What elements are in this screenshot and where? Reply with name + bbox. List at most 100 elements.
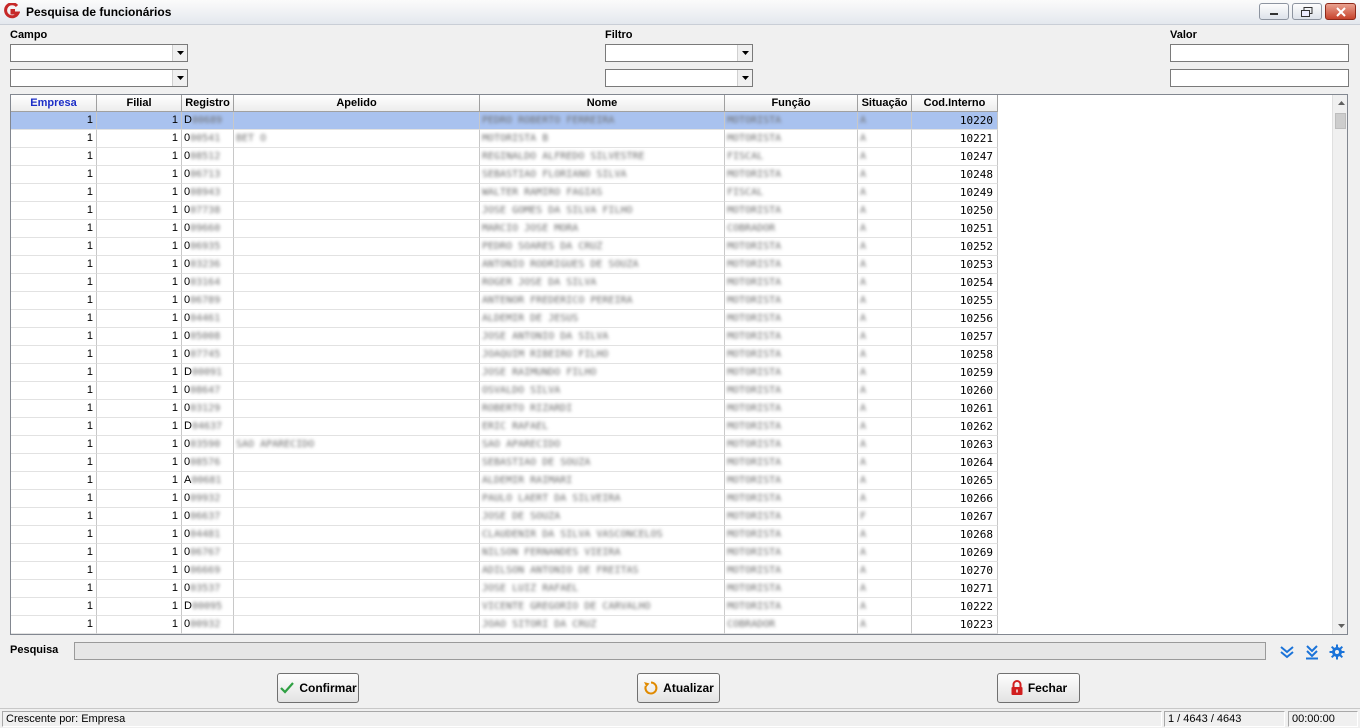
filtro-select-1[interactable] (605, 44, 753, 62)
table-row[interactable]: 1 1 004481 CLAUDENIR DA SILVA VASCONCELOS MO… (11, 526, 998, 544)
cell-registro: 006767 (182, 544, 234, 562)
valor-input-2[interactable] (1170, 69, 1349, 87)
campo-select-1[interactable] (10, 44, 188, 62)
table-row[interactable]: 1 1 007738 JOSE GOMES DA SILVA FILHO MOTORIS… (11, 202, 998, 220)
registro-rest: 00932 (190, 619, 221, 630)
cell-empresa: 1 (11, 526, 97, 544)
table-row[interactable]: 1 1 008647 OSVALDO SILVA MOTORISTA A 10260 (11, 382, 998, 400)
table-row[interactable]: 1 1 008576 SEBASTIAO DE SOUZA MOTORISTA A 1026… (11, 454, 998, 472)
cell-filial: 1 (97, 400, 182, 418)
table-row[interactable]: 1 1 D00689 PEDRO ROBERTO FERREIRA MOTORISTA A… (11, 112, 998, 130)
table-row[interactable]: 1 1 003590 SAO APARECIDO SAO APARECIDO MOTORI… (11, 436, 998, 454)
cell-registro: 003590 (182, 436, 234, 454)
cell-registro: 006935 (182, 238, 234, 256)
cell-situacao: A (858, 562, 912, 580)
table-row[interactable]: 1 1 004461 ALDEMIR DE JESUS MOTORISTA A 10256 (11, 310, 998, 328)
table-row[interactable]: 1 1 003236 ANTONIO RODRIGUES DE SOUZA MOTORI… (11, 256, 998, 274)
cell-filial: 1 (97, 202, 182, 220)
registro-rest: 04481 (190, 529, 221, 540)
cell-cod: 10265 (912, 472, 998, 490)
table-row[interactable]: 1 1 006637 JOSE DE SOUZA MOTORISTA F 10267 (11, 508, 998, 526)
table-row[interactable]: 1 1 006767 NILSON FERNANDES VIEIRA MOTORISTA… (11, 544, 998, 562)
cell-empresa: 1 (11, 166, 97, 184)
column-header-nome[interactable]: Nome (480, 95, 725, 112)
table-row[interactable]: 1 1 006789 ANTENOR FREDERICO PEREIRA MOTORIS… (11, 292, 998, 310)
dropdown-arrow-icon[interactable] (172, 45, 187, 61)
table-row[interactable]: 1 1 009932 PAULO LAERT DA SILVEIRA MOTORISTA… (11, 490, 998, 508)
cell-text-situacao: A (860, 457, 867, 468)
column-header-filial[interactable]: Filial (97, 95, 182, 112)
cell-registro: D00095 (182, 598, 234, 616)
table-row[interactable]: 1 1 A00681 ALDEMIR RAIMARI MOTORISTA A 10265 (11, 472, 998, 490)
refresh-button[interactable]: Atualizar (637, 673, 720, 703)
column-header-cod[interactable]: Cod.Interno (912, 95, 998, 112)
cell-text-funcao: MOTORISTA (727, 367, 782, 378)
restore-button[interactable] (1292, 3, 1322, 20)
dropdown-arrow-icon[interactable] (737, 70, 752, 86)
cell-empresa: 1 (11, 148, 97, 166)
valor-input-1[interactable] (1170, 44, 1349, 62)
table-row[interactable]: 1 1 000932 JOAO SITORI DA CRUZ COBRADOR A 1022… (11, 616, 998, 634)
cell-empresa: 1 (11, 616, 97, 634)
close-window-button[interactable] (1325, 3, 1356, 20)
table-row[interactable]: 1 1 003537 JOSE LUIZ RAFAEL MOTORISTA A 10271 (11, 580, 998, 598)
gear-icon[interactable] (1328, 643, 1346, 661)
campo-select-2[interactable] (10, 69, 188, 87)
registro-rest: 05008 (190, 331, 221, 342)
table-row[interactable]: 1 1 003129 ROBERTO RIZARDI MOTORISTA A 10261 (11, 400, 998, 418)
confirm-button[interactable]: Confirmar (277, 673, 359, 703)
chevron-down-to-line-icon[interactable] (1303, 643, 1321, 661)
cell-filial: 1 (97, 238, 182, 256)
cell-apelido (234, 562, 480, 580)
table-row[interactable]: 1 1 003164 ROGER JOSE DA SILVA MOTORISTA A 102… (11, 274, 998, 292)
table-row[interactable]: 1 1 005008 JOSE ANTONIO DA SILVA MOTORISTA A 1… (11, 328, 998, 346)
cell-text-funcao: FISCAL (727, 151, 764, 162)
cell-situacao: A (858, 112, 912, 130)
search-input[interactable] (74, 642, 1266, 660)
cell-text-funcao: MOTORISTA (727, 331, 782, 342)
filtro-select-2[interactable] (605, 69, 753, 87)
vertical-scrollbar[interactable] (1332, 95, 1347, 634)
table-row[interactable]: 1 1 D00091 JOSE RAIMUNDO FILHO MOTORISTA A 102… (11, 364, 998, 382)
table-row[interactable]: 1 1 006935 PEDRO SOARES DA CRUZ MOTORISTA A 10… (11, 238, 998, 256)
table-row[interactable]: 1 1 D00095 VICENTE GREGORIO DE CARVALHO MOTO… (11, 598, 998, 616)
scroll-up-icon[interactable] (1333, 95, 1347, 111)
registro-rest: 08512 (190, 151, 221, 162)
scroll-down-icon[interactable] (1333, 618, 1347, 634)
column-header-registro[interactable]: Registro (182, 95, 234, 112)
column-header-funcao[interactable]: Função (725, 95, 858, 112)
cell-situacao: A (858, 544, 912, 562)
table-row[interactable]: 1 1 009660 MARCIO JOSE MORA COBRADOR A 10251 (11, 220, 998, 238)
cell-funcao: COBRADOR (725, 220, 858, 238)
registro-rest: 06637 (190, 511, 221, 522)
column-header-empresa[interactable]: Empresa (11, 95, 97, 112)
cell-text-funcao: MOTORISTA (727, 205, 782, 216)
employee-grid[interactable]: Empresa Filial Registro Apelido Nome Função Si… (10, 94, 1348, 635)
close-button[interactable]: Fechar (997, 673, 1080, 703)
refresh-icon (644, 681, 658, 695)
minimize-button[interactable] (1259, 3, 1289, 20)
dropdown-arrow-icon[interactable] (737, 45, 752, 61)
table-row[interactable]: 1 1 D04637 ERIC RAFAEL MOTORISTA A 10262 (11, 418, 998, 436)
column-header-situacao[interactable]: Situação (858, 95, 912, 112)
cell-text-funcao: MOTORISTA (727, 601, 782, 612)
cell-nome: ERIC RAFAEL (480, 418, 725, 436)
table-row[interactable]: 1 1 008943 WALTER RAMIRO FAGIAS FISCAL A 10249 (11, 184, 998, 202)
cell-apelido (234, 148, 480, 166)
column-header-apelido[interactable]: Apelido (234, 95, 480, 112)
cell-funcao: MOTORISTA (725, 508, 858, 526)
table-row[interactable]: 1 1 006713 SEBASTIAO FLORIANO SILVA MOTORIST… (11, 166, 998, 184)
table-row[interactable]: 1 1 008512 REGINALDO ALFREDO SILVESTRE FISCA… (11, 148, 998, 166)
cell-text-apelido: SAO APARECIDO (236, 439, 315, 450)
table-row[interactable]: 1 1 007745 JOAQUIM RIBEIRO FILHO MOTORISTA A 1… (11, 346, 998, 364)
table-row[interactable]: 1 1 000541 BET O MOTORISTA B MOTORISTA A 10221 (11, 130, 998, 148)
cell-situacao: A (858, 346, 912, 364)
cell-situacao: A (858, 184, 912, 202)
registro-rest: 06789 (190, 295, 221, 306)
dropdown-arrow-icon[interactable] (172, 70, 187, 86)
cell-nome: PAULO LAERT DA SILVEIRA (480, 490, 725, 508)
refresh-label: Atualizar (663, 681, 714, 695)
table-row[interactable]: 1 1 006669 ADILSON ANTONIO DE FREITAS MOTORI… (11, 562, 998, 580)
double-chevron-down-icon[interactable] (1278, 643, 1296, 661)
scroll-thumb[interactable] (1335, 113, 1346, 129)
